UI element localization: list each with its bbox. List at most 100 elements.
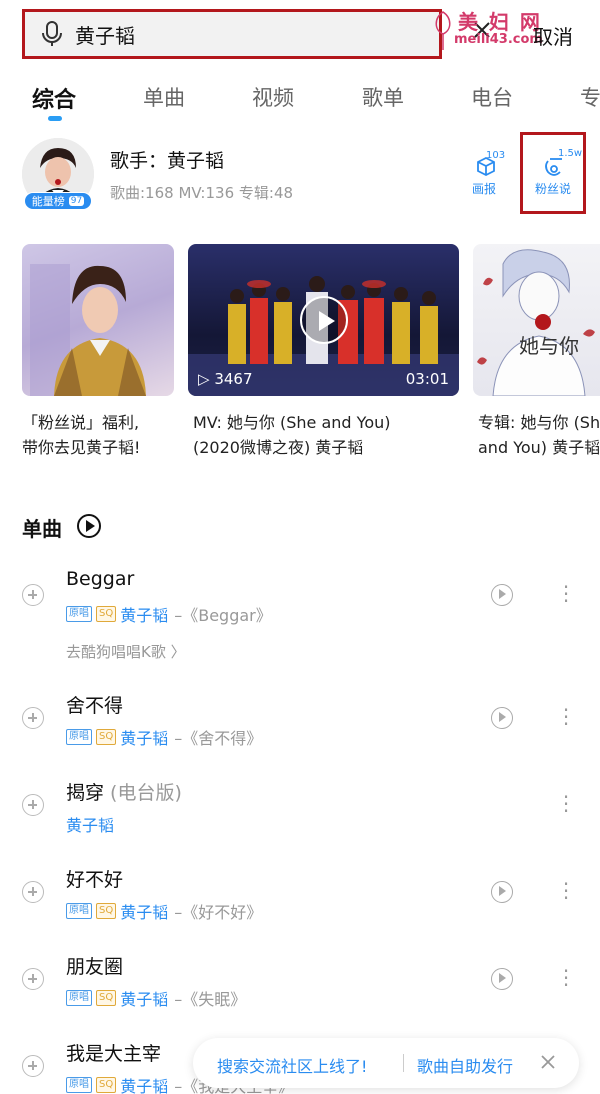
song-title-text: Beggar — [66, 568, 135, 590]
song-artist[interactable]: 黄子韬 — [120, 986, 168, 1010]
song-meta: 黄子韬 — [66, 812, 120, 836]
original-tag: 原唱 — [66, 729, 92, 745]
song-artist[interactable]: 黄子韬 — [120, 899, 168, 923]
add-icon[interactable] — [22, 881, 44, 903]
more-icon[interactable]: ··· — [560, 961, 572, 995]
original-tag: 原唱 — [66, 903, 92, 919]
song-album: –《好不好》 — [174, 903, 263, 922]
original-tag: 原唱 — [66, 990, 92, 1006]
song-album: –《失眠》 — [174, 990, 247, 1009]
fans-label: 粉丝说 — [535, 182, 572, 196]
poster-label: 画报 — [472, 182, 497, 196]
sq-tag: SQ — [96, 606, 117, 622]
original-tag: 原唱 — [66, 606, 92, 622]
energy-rank-badge[interactable]: 能量榜 97 — [24, 192, 92, 210]
singer-stats: 歌曲:168 MV:136 专辑:48 — [110, 184, 294, 202]
song-album: –《舍不得》 — [174, 729, 263, 748]
promo-photo — [30, 264, 146, 396]
card-mv-caption-line1: MV: 她与你 (She and You) — [193, 413, 391, 432]
song-title[interactable]: Beggar — [66, 568, 134, 590]
add-icon[interactable] — [22, 1055, 44, 1077]
song-meta: 原唱 SQ 黄子韬 –《Beggar》 — [66, 602, 272, 626]
poster-icon — [477, 156, 495, 177]
song-title[interactable]: 揭穿 (电台版) — [66, 778, 182, 805]
song-title-suffix: (电台版) — [104, 782, 182, 804]
song-artist[interactable]: 黄子韬 — [66, 812, 114, 836]
add-icon[interactable] — [22, 968, 44, 990]
watermark-main: 美 妇 网 — [458, 10, 542, 34]
card-mv-image[interactable]: ▷ 3467 03:01 — [188, 244, 459, 396]
play-mv-icon[interactable] — [491, 707, 513, 729]
song-title[interactable]: 舍不得 — [66, 691, 123, 718]
album-cover — [477, 249, 595, 396]
singer-name[interactable]: 歌手：黄子韬 — [110, 146, 224, 173]
more-icon[interactable]: ··· — [560, 577, 572, 611]
self-publish-link[interactable]: 歌曲自助发行 — [417, 1053, 513, 1077]
sq-tag: SQ — [96, 729, 117, 745]
song-title[interactable]: 朋友圈 — [66, 952, 123, 979]
song-title-text: 朋友圈 — [66, 956, 124, 978]
fans-chat-icon — [545, 158, 562, 176]
song-title-text: 好不好 — [66, 869, 124, 891]
song-row[interactable]: Beggar 原唱 SQ 黄子韬 –《Beggar》去酷狗唱唱K歌 〉 · · · — [0, 566, 600, 661]
card-album-image[interactable]: 她与你 — [473, 244, 600, 396]
tab-playlists[interactable]: 歌单 — [362, 82, 404, 112]
song-artist[interactable]: 黄子韬 — [120, 1073, 168, 1094]
song-row[interactable]: 朋友圈原唱 SQ 黄子韬 –《失眠》 · · · — [0, 950, 600, 1030]
tab-bar: 综合 单曲 视频 歌单 电台 专 — [0, 80, 600, 121]
song-row[interactable]: 舍不得原唱 SQ 黄子韬 –《舍不得》 · · · — [0, 689, 600, 769]
play-mv-icon[interactable] — [491, 584, 513, 606]
search-input[interactable]: 黄子韬 — [75, 20, 135, 49]
card-mv-caption-line2: (2020微博之夜) 黄子韬 — [193, 438, 364, 457]
badge-label: 能量榜 — [31, 195, 65, 208]
search-box[interactable]: 黄子韬 — [22, 9, 442, 59]
song-artist[interactable]: 黄子韬 — [120, 725, 168, 749]
poster-button[interactable]: 103 画报 — [470, 150, 505, 198]
tab-indicator — [48, 116, 62, 121]
play-icon[interactable] — [300, 296, 348, 344]
tab-videos[interactable]: 视频 — [252, 82, 294, 112]
sq-tag: SQ — [96, 990, 117, 1006]
section-title: 单曲 — [22, 517, 62, 541]
close-icon[interactable] — [539, 1053, 557, 1071]
voice-search-icon[interactable] — [41, 20, 63, 48]
mv-plays-value: 3467 — [214, 370, 253, 388]
mv-play-count: ▷ 3467 — [198, 370, 253, 388]
add-icon[interactable] — [22, 707, 44, 729]
add-icon[interactable] — [22, 794, 44, 816]
community-link[interactable]: 搜索交流社区上线了! — [217, 1053, 367, 1077]
song-row[interactable]: 好不好 原唱 SQ 黄子韬 –《好不好》 · · · — [0, 863, 600, 943]
karaoke-link[interactable]: 去酷狗唱唱K歌 〉 — [66, 641, 186, 662]
tab-albums[interactable]: 专 — [580, 82, 600, 112]
song-album: –《Beggar》 — [174, 606, 272, 625]
more-icon[interactable]: ··· — [560, 874, 572, 908]
play-all-icon[interactable] — [77, 514, 101, 538]
card-fans-image[interactable] — [22, 244, 174, 396]
play-mv-icon[interactable] — [491, 968, 513, 990]
song-title[interactable]: 好不好 — [66, 865, 123, 892]
song-meta: 原唱 SQ 黄子韬 –《好不好》 — [66, 899, 262, 923]
watermark-sub: meili43.com — [454, 32, 543, 47]
tab-songs[interactable]: 单曲 — [143, 82, 185, 112]
banner-divider — [403, 1054, 404, 1072]
watermark-logo-icon — [435, 11, 451, 50]
card-album-caption-line2: and You) 黄子韬 — [478, 438, 600, 457]
card-mv-caption[interactable]: MV: 她与你 (She and You) (2020微博之夜) 黄子韬 — [193, 410, 465, 460]
song-title[interactable]: 我是大主宰 — [66, 1039, 161, 1066]
play-mv-icon[interactable] — [491, 881, 513, 903]
tab-radio[interactable]: 电台 — [471, 82, 513, 112]
card-album-caption-line1: 专辑: 她与你 (Sh — [478, 413, 600, 432]
more-icon[interactable]: ··· — [560, 700, 572, 734]
song-row[interactable]: 揭穿 (电台版) 黄子韬 · · · — [0, 776, 600, 856]
song-artist[interactable]: 黄子韬 — [120, 602, 168, 626]
album-art-text: 她与你 — [519, 334, 579, 358]
fans-button[interactable]: 1.5w 粉丝说 — [532, 148, 582, 198]
card-album-caption[interactable]: 专辑: 她与你 (Sh and You) 黄子韬 — [478, 410, 600, 460]
add-icon[interactable] — [22, 584, 44, 606]
cancel-button[interactable]: 取消 — [533, 21, 573, 50]
tab-all[interactable]: 综合 — [32, 82, 76, 114]
song-meta: 原唱 SQ 黄子韬 –《舍不得》 — [66, 725, 262, 749]
more-icon[interactable]: ··· — [560, 787, 572, 821]
card-fans-caption-line1: 「粉丝说」福利, — [22, 413, 140, 432]
card-fans-caption[interactable]: 「粉丝说」福利, 带你去见黄子韬! — [22, 410, 182, 460]
